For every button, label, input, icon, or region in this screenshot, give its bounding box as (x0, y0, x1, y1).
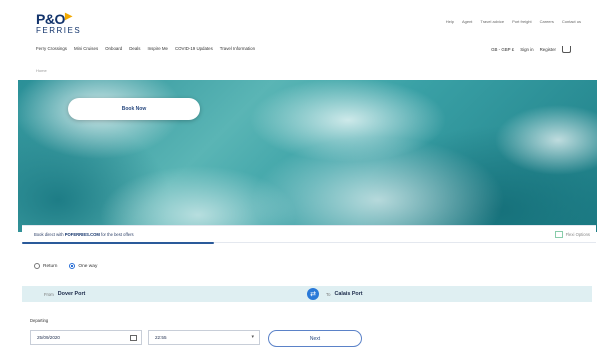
return-radio-circle[interactable] (34, 263, 40, 269)
currency-selector[interactable]: GB - GBP £ (491, 47, 514, 52)
booking-info-brand: POFERRIES.COM (64, 231, 100, 237)
return-radio[interactable]: Return (34, 263, 57, 269)
booking-info-prefix: Book direct with (34, 231, 64, 237)
utility-link-contact[interactable]: Contact us (562, 19, 581, 24)
departure-date-input[interactable]: 25/09/2020 (30, 330, 142, 345)
sign-in-link[interactable]: Sign in (520, 47, 533, 52)
nav-item-inspire-me[interactable]: Inspire Me (147, 46, 168, 51)
nav-item-travel-information[interactable]: Travel Information (220, 46, 255, 51)
booking-info-suffix: for the best offers (101, 231, 134, 237)
hero-sea-image: Book Now (18, 80, 597, 232)
po-ferries-logo[interactable]: P&O▶ FERRIES (36, 12, 84, 42)
next-button[interactable]: Next (268, 330, 362, 347)
nav-item-covid-updates[interactable]: COVID-19 Updates (175, 46, 213, 51)
utility-link-help[interactable]: Help (446, 19, 454, 24)
trip-type-selector: Return One way (34, 263, 97, 269)
register-link[interactable]: Register (540, 47, 556, 52)
departure-time-select[interactable]: 22:55 ▾ (148, 330, 260, 345)
main-nav: Ferry Crossings Mini Cruises Onboard Dea… (36, 46, 255, 51)
departure-time-value: 22:55 (155, 335, 167, 340)
flexi-options-icon[interactable] (554, 230, 563, 238)
book-now-button[interactable]: Book Now (68, 98, 200, 120)
return-radio-label: Return (43, 263, 58, 269)
from-port-field[interactable]: Dover Port (58, 291, 86, 297)
booking-info-message: Book direct with POFERRIES.COM for the b… (22, 232, 134, 237)
to-port-field[interactable]: Calais Port (334, 291, 362, 297)
utility-link-port-freight[interactable]: Port freight (512, 19, 532, 24)
account-nav: GB - GBP £ Sign in Register (491, 46, 571, 53)
booking-progress-bar (22, 242, 214, 244)
breadcrumb[interactable]: Home (36, 68, 47, 73)
nav-item-ferry-crossings[interactable]: Ferry Crossings (36, 46, 67, 51)
nav-item-deals[interactable]: Deals (129, 46, 140, 51)
logo-text-bottom: FERRIES (36, 26, 82, 35)
one-way-radio-circle[interactable] (69, 263, 76, 269)
logo-flag-icon: ▶ (64, 11, 73, 22)
utility-link-travel-advice[interactable]: Travel advice (480, 19, 504, 24)
utility-link-agent[interactable]: Agent (462, 19, 472, 24)
to-port-group: To Calais Port (326, 286, 363, 302)
flexi-options-label[interactable]: Flexi Options (566, 232, 590, 237)
departure-date-value: 25/09/2020 (37, 335, 60, 340)
swap-route-icon[interactable]: ⇄ (307, 288, 319, 300)
booking-info-bar: Book direct with POFERRIES.COM for the b… (22, 225, 596, 243)
one-way-radio-label: One way (78, 263, 98, 269)
utility-nav: Help Agent Travel advice Port freight Ca… (446, 19, 581, 24)
utility-link-careers[interactable]: Careers (540, 19, 554, 24)
nav-item-onboard[interactable]: Onboard (105, 46, 122, 51)
calendar-icon[interactable] (130, 335, 137, 341)
one-way-radio[interactable]: One way (69, 263, 97, 269)
from-label: From (44, 291, 54, 297)
nav-item-mini-cruises[interactable]: Mini Cruises (74, 46, 98, 51)
to-label: To (326, 291, 331, 297)
chevron-down-icon: ▾ (251, 334, 254, 340)
departing-label: Departing (30, 318, 49, 323)
logo-text-top: P&O (36, 11, 65, 27)
basket-icon[interactable] (562, 46, 571, 53)
